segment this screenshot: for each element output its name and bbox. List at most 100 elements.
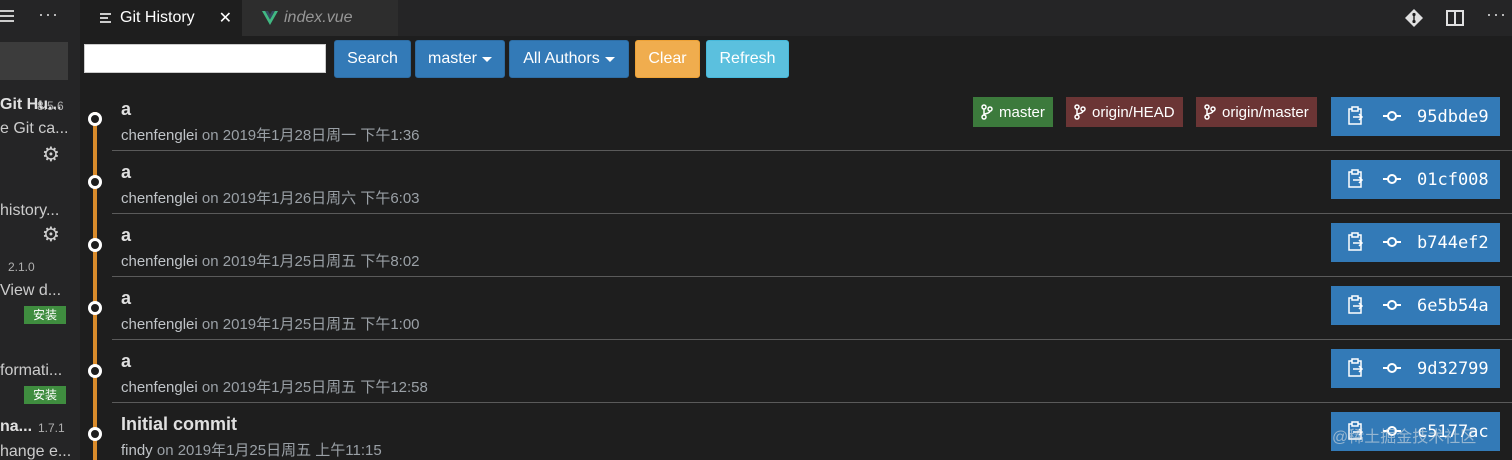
commit-hash-button[interactable]: 01cf008 [1331, 160, 1500, 199]
sidebar-toolbar: ··· [0, 0, 80, 36]
commit-hash: 95dbde9 [1417, 107, 1489, 127]
commit-meta: findy on 2019年1月25日周五 上午11:15 [121, 439, 382, 460]
more-actions-icon[interactable]: ··· [1486, 4, 1507, 25]
vue-icon [262, 11, 278, 25]
commit-date: 2019年1月28日周一 下午1:36 [222, 127, 420, 144]
commit-node [88, 238, 102, 252]
git-compare-icon[interactable] [1405, 9, 1423, 27]
commit-message: a [121, 288, 132, 308]
git-commit-icon [1383, 174, 1401, 184]
commit-message: a [121, 162, 132, 182]
close-icon[interactable]: ✕ [219, 8, 232, 28]
extensions-search-input[interactable] [0, 42, 68, 80]
branch-dropdown-label: master [428, 50, 477, 67]
commit-author[interactable]: findy [121, 442, 153, 459]
commit-node [88, 427, 102, 441]
commit-hash: 01cf008 [1417, 170, 1489, 190]
vscode-window: ··· Git Hu... 8.5.6 e Git ca... ⚙ histor… [0, 0, 1512, 460]
extension-item[interactable]: Git Hu... 8.5.6 e Git ca... ⚙ [0, 94, 80, 167]
commit-row[interactable]: a chenfenglei on 2019年1月25日周五 下午1:00 6e5… [84, 277, 1512, 340]
gear-icon[interactable]: ⚙ [42, 222, 60, 247]
extension-description: View d... [0, 282, 62, 299]
ref-badge-origin-master[interactable]: origin/master [1196, 97, 1317, 127]
commit-row[interactable]: a chenfenglei on 2019年1月28日周一 下午1:36 mas… [84, 88, 1512, 151]
commit-row[interactable]: a chenfenglei on 2019年1月25日周五 下午12:58 9d… [84, 340, 1512, 403]
commit-message: a [121, 351, 132, 371]
editor-actions: ··· [1402, 0, 1512, 36]
commit-on-label: on [201, 316, 219, 333]
clear-button-label: Clear [648, 50, 687, 67]
extension-item[interactable]: 2.1.0 View d... 安装 [0, 254, 80, 328]
commit-meta: chenfenglei on 2019年1月25日周五 下午12:58 [121, 376, 428, 397]
commit-on-label: on [201, 253, 219, 270]
refresh-button[interactable]: Refresh [706, 40, 789, 78]
commit-author[interactable]: chenfenglei [121, 379, 198, 396]
ref-label: origin/HEAD [1092, 103, 1175, 121]
extension-item[interactable]: formati... 安装 [0, 338, 80, 410]
caret-down-icon [481, 56, 492, 62]
commit-node [88, 175, 102, 189]
tab-index-vue[interactable]: index.vue [242, 0, 398, 36]
copy-clipboard-icon[interactable] [1347, 358, 1365, 378]
commit-date: 2019年1月25日周五 上午11:15 [177, 442, 382, 459]
commit-hash-button[interactable]: 6e5b54a [1331, 286, 1500, 325]
commit-date: 2019年1月26日周六 下午6:03 [222, 190, 420, 207]
commit-author[interactable]: chenfenglei [121, 190, 198, 207]
ref-label: master [999, 103, 1045, 121]
editor-tab-bar: Git History ✕ index.vue ··· [80, 0, 1512, 36]
extension-version: 8.5.6 [37, 99, 64, 113]
authors-dropdown-label: All Authors [523, 50, 600, 67]
commit-hash: 6e5b54a [1417, 296, 1489, 316]
commit-author[interactable]: chenfenglei [121, 127, 198, 144]
commit-date: 2019年1月25日周五 下午8:02 [222, 253, 420, 270]
commit-hash-button[interactable]: 9d32799 [1331, 349, 1500, 388]
watermark: @稀土掘金技术社区 [1332, 429, 1477, 446]
git-commit-icon [1383, 111, 1401, 121]
extension-version: 1.7.1 [38, 421, 65, 435]
extension-item[interactable]: history... ⚙ [0, 176, 80, 246]
commit-on-label: on [201, 379, 219, 396]
extension-version: 2.1.0 [8, 260, 35, 274]
commit-hash-button[interactable]: b744ef2 [1331, 223, 1500, 262]
commit-meta: chenfenglei on 2019年1月25日周五 下午8:02 [121, 250, 420, 271]
branch-icon [1204, 104, 1216, 120]
search-button[interactable]: Search [334, 40, 411, 78]
commit-row[interactable]: Initial commit findy on 2019年1月25日周五 上午1… [84, 403, 1512, 460]
extensions-sidebar: ··· Git Hu... 8.5.6 e Git ca... ⚙ histor… [0, 0, 80, 460]
tab-git-history[interactable]: Git History ✕ [80, 0, 242, 36]
commit-list: a chenfenglei on 2019年1月28日周一 下午1:36 mas… [84, 88, 1512, 460]
commit-row[interactable]: a chenfenglei on 2019年1月26日周六 下午6:03 01c… [84, 151, 1512, 214]
install-button[interactable]: 安装 [24, 306, 66, 324]
tab-label: index.vue [284, 9, 353, 26]
commit-hash-button[interactable]: 95dbde9 [1331, 97, 1500, 136]
gear-icon[interactable]: ⚙ [42, 142, 60, 167]
commit-message: a [121, 225, 132, 245]
commit-hash: b744ef2 [1417, 233, 1489, 253]
caret-down-icon [604, 56, 615, 62]
copy-clipboard-icon[interactable] [1347, 295, 1365, 315]
copy-clipboard-icon[interactable] [1347, 232, 1365, 252]
commit-date: 2019年1月25日周五 下午1:00 [222, 316, 420, 333]
commit-author[interactable]: chenfenglei [121, 316, 198, 333]
install-button[interactable]: 安装 [24, 386, 66, 404]
refresh-button-label: Refresh [719, 50, 776, 67]
commit-author[interactable]: chenfenglei [121, 253, 198, 270]
ref-badge-master[interactable]: master [973, 97, 1053, 127]
branch-dropdown[interactable]: master [415, 40, 505, 78]
ref-badge-origin-head[interactable]: origin/HEAD [1066, 97, 1183, 127]
commit-row[interactable]: a chenfenglei on 2019年1月25日周五 下午8:02 b74… [84, 214, 1512, 277]
branch-icon [1074, 104, 1086, 120]
clear-button[interactable]: Clear [635, 40, 700, 78]
list-filter-icon[interactable] [0, 9, 16, 23]
search-input[interactable] [84, 44, 326, 73]
authors-dropdown[interactable]: All Authors [509, 40, 629, 78]
copy-clipboard-icon[interactable] [1347, 169, 1365, 189]
branch-icon [981, 104, 993, 120]
search-button-label: Search [347, 50, 398, 67]
extension-item[interactable]: na... 1.7.1 hange e... [0, 416, 80, 460]
copy-clipboard-icon[interactable] [1347, 106, 1365, 126]
commit-meta: chenfenglei on 2019年1月28日周一 下午1:36 [121, 124, 420, 145]
more-actions-icon[interactable]: ··· [38, 4, 59, 25]
git-commit-icon [1383, 300, 1401, 310]
split-editor-icon[interactable] [1446, 9, 1464, 27]
